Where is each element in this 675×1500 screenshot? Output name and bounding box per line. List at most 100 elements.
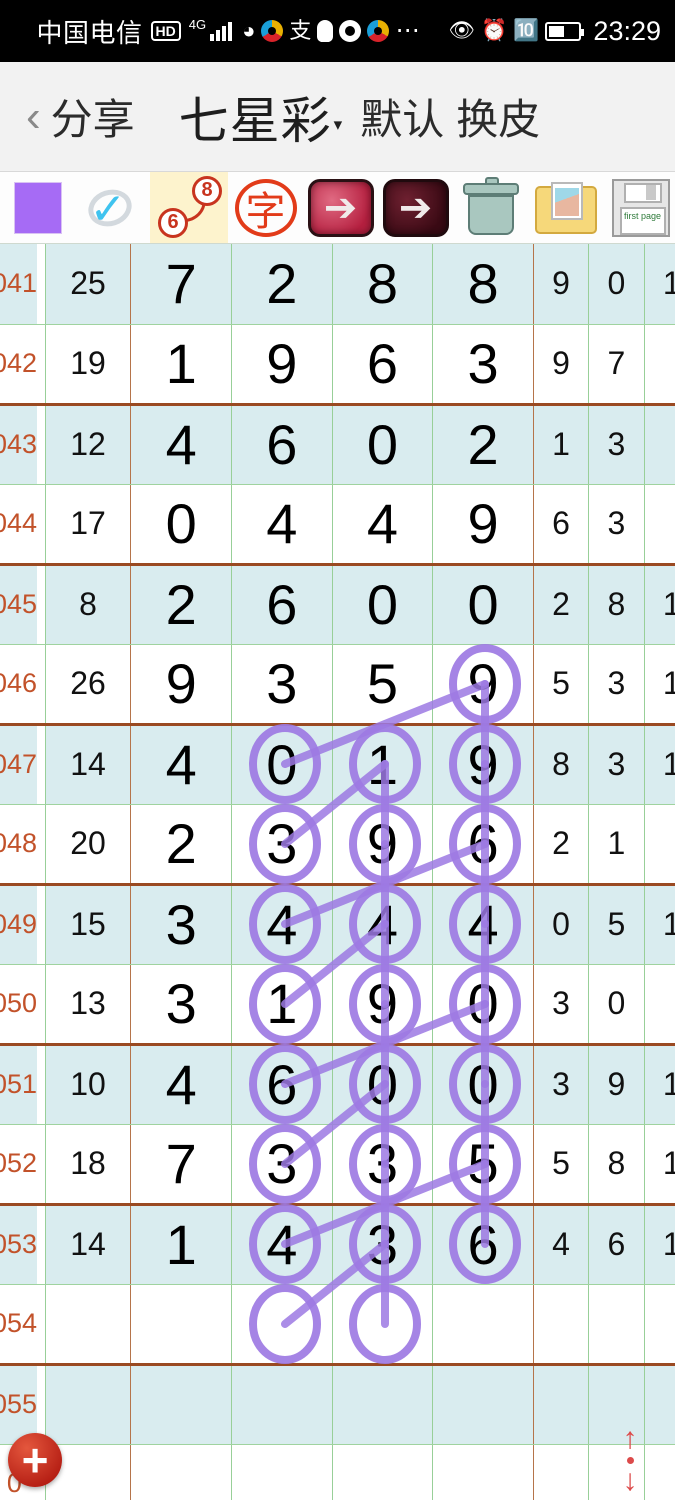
cell-digit-5[interactable]: 2 — [533, 564, 590, 645]
table-row[interactable]: 054 — [0, 1284, 675, 1366]
cell-digit-6[interactable]: 0 — [588, 964, 645, 1046]
cell-digit-3[interactable]: 5 — [332, 644, 434, 726]
delete-button[interactable] — [453, 172, 528, 243]
cell-digit-1[interactable]: 2 — [130, 564, 232, 645]
cell-digit-7[interactable] — [644, 1284, 675, 1366]
table-row[interactable]: 049 15 3 4 4 4 0 51 — [0, 884, 675, 965]
cell-digit-2[interactable] — [231, 1444, 333, 1500]
cell-digit-1[interactable] — [130, 1364, 232, 1445]
undo-button[interactable]: ➔ — [303, 172, 378, 243]
cell-digit-1[interactable] — [130, 1284, 232, 1366]
back-icon[interactable]: ‹ — [0, 92, 51, 142]
cell-digit-1[interactable]: 2 — [130, 804, 232, 886]
cell-digit-7[interactable]: 1 — [644, 1124, 675, 1206]
cell-digit-1[interactable]: 1 — [130, 324, 232, 406]
cell-issue[interactable]: 046 — [0, 644, 38, 726]
cell-digit-4[interactable]: 6 — [432, 1204, 534, 1285]
cell-digit-6[interactable]: 3 — [588, 484, 645, 566]
cell-digit-4[interactable] — [432, 1364, 534, 1445]
cell-sum[interactable]: 20 — [45, 804, 132, 886]
cell-digit-2[interactable]: 3 — [231, 804, 333, 886]
table-row[interactable]: 041 25 7 2 8 8 901 — [0, 244, 675, 325]
cell-digit-2[interactable] — [231, 1364, 333, 1445]
change-skin-button[interactable]: 换皮 — [456, 86, 540, 147]
save-button[interactable]: first page — [603, 172, 675, 243]
cell-digit-4[interactable] — [432, 1444, 534, 1500]
cell-digit-2[interactable]: 6 — [231, 564, 333, 645]
cell-digit-6[interactable]: 8 — [588, 1124, 645, 1206]
cell-digit-4[interactable]: 9 — [432, 484, 534, 566]
cell-digit-3[interactable] — [332, 1284, 434, 1366]
cell-digit-6[interactable]: 0 — [588, 244, 645, 325]
table-row[interactable]: 051 10 4 6 0 0 3 91 — [0, 1044, 675, 1125]
cell-digit-1[interactable]: 3 — [130, 964, 232, 1046]
cell-digit-4[interactable]: 9 — [432, 724, 534, 805]
add-row-button[interactable]: + — [8, 1433, 62, 1487]
table-row[interactable]: 04417044963 — [0, 484, 675, 566]
share-button[interactable]: 分享 — [51, 86, 135, 147]
cell-digit-4[interactable]: 0 — [432, 564, 534, 645]
cell-digit-6[interactable]: 1 — [588, 804, 645, 886]
cell-sum[interactable] — [45, 1284, 132, 1366]
cell-digit-7[interactable] — [644, 804, 675, 886]
cell-digit-7[interactable]: 1 — [644, 564, 675, 645]
cell-digit-6[interactable]: 5 — [588, 884, 645, 965]
cell-digit-5[interactable] — [533, 1444, 590, 1500]
cell-digit-1[interactable]: 4 — [130, 724, 232, 805]
cell-digit-3[interactable] — [332, 1444, 434, 1500]
cell-issue[interactable]: 042 — [0, 324, 38, 406]
cell-digit-7[interactable] — [644, 964, 675, 1046]
cell-sum[interactable]: 12 — [45, 404, 132, 485]
cell-issue[interactable]: 050 — [0, 964, 38, 1046]
cell-digit-3[interactable]: 8 — [332, 244, 434, 325]
cell-digit-2[interactable]: 6 — [231, 1044, 333, 1125]
table-row[interactable]: 052 18 7 3 3 5 5 81 — [0, 1124, 675, 1206]
cell-sum[interactable]: 26 — [45, 644, 132, 726]
cell-digit-5[interactable]: 9 — [533, 244, 590, 325]
table-row[interactable]: 043 12 4 6 0 2 1 3 — [0, 404, 675, 485]
table-row[interactable]: 055 — [0, 1364, 675, 1445]
cell-digit-5[interactable]: 0 — [533, 884, 590, 965]
cell-digit-3[interactable]: 6 — [332, 324, 434, 406]
cell-digit-1[interactable]: 4 — [130, 404, 232, 485]
cell-digit-6[interactable]: 3 — [588, 644, 645, 726]
text-stamp-tool-button[interactable]: 字 — [228, 172, 303, 243]
cell-sum[interactable]: 17 — [45, 484, 132, 566]
cell-digit-3[interactable]: 4 — [332, 884, 434, 965]
cell-digit-4[interactable] — [432, 1284, 534, 1366]
cell-digit-7[interactable] — [644, 484, 675, 566]
cell-digit-2[interactable]: 9 — [231, 324, 333, 406]
cell-issue[interactable]: 051 — [0, 1044, 38, 1125]
cell-sum[interactable]: 10 — [45, 1044, 132, 1125]
cell-digit-1[interactable]: 1 — [130, 1204, 232, 1285]
cell-digit-3[interactable]: 1 — [332, 724, 434, 805]
cell-digit-2[interactable]: 6 — [231, 404, 333, 485]
table-row[interactable]: 0 — [0, 1444, 675, 1500]
cell-digit-3[interactable]: 0 — [332, 404, 434, 485]
cell-issue[interactable]: 049 — [0, 884, 38, 965]
cell-digit-4[interactable]: 2 — [432, 404, 534, 485]
cell-digit-5[interactable] — [533, 1364, 590, 1445]
cell-digit-5[interactable]: 2 — [533, 804, 590, 886]
cell-issue[interactable]: 054 — [0, 1284, 38, 1366]
table-row[interactable]: 04219196397 — [0, 324, 675, 406]
cell-digit-6[interactable]: 8 — [588, 564, 645, 645]
cell-digit-5[interactable]: 8 — [533, 724, 590, 805]
arrow-up-icon[interactable]: ↑ — [623, 1424, 638, 1454]
table-row[interactable]: 053141436461 — [0, 1204, 675, 1285]
cell-sum[interactable]: 15 — [45, 884, 132, 965]
cell-digit-3[interactable]: 0 — [332, 1044, 434, 1125]
cell-digit-2[interactable]: 3 — [231, 1124, 333, 1206]
cell-digit-1[interactable]: 9 — [130, 644, 232, 726]
redo-button[interactable]: ➔ — [378, 172, 453, 243]
table-row[interactable]: 046269359531 — [0, 644, 675, 726]
cell-digit-6[interactable] — [588, 1284, 645, 1366]
cell-issue[interactable]: 047 — [0, 724, 38, 805]
cell-digit-5[interactable]: 4 — [533, 1204, 590, 1285]
connector-tool-button[interactable]: 6 8 — [150, 172, 228, 243]
cell-digit-2[interactable] — [231, 1284, 333, 1366]
cell-digit-4[interactable]: 6 — [432, 804, 534, 886]
cell-digit-5[interactable]: 3 — [533, 964, 590, 1046]
cell-digit-4[interactable]: 5 — [432, 1124, 534, 1206]
cell-digit-3[interactable]: 3 — [332, 1124, 434, 1206]
